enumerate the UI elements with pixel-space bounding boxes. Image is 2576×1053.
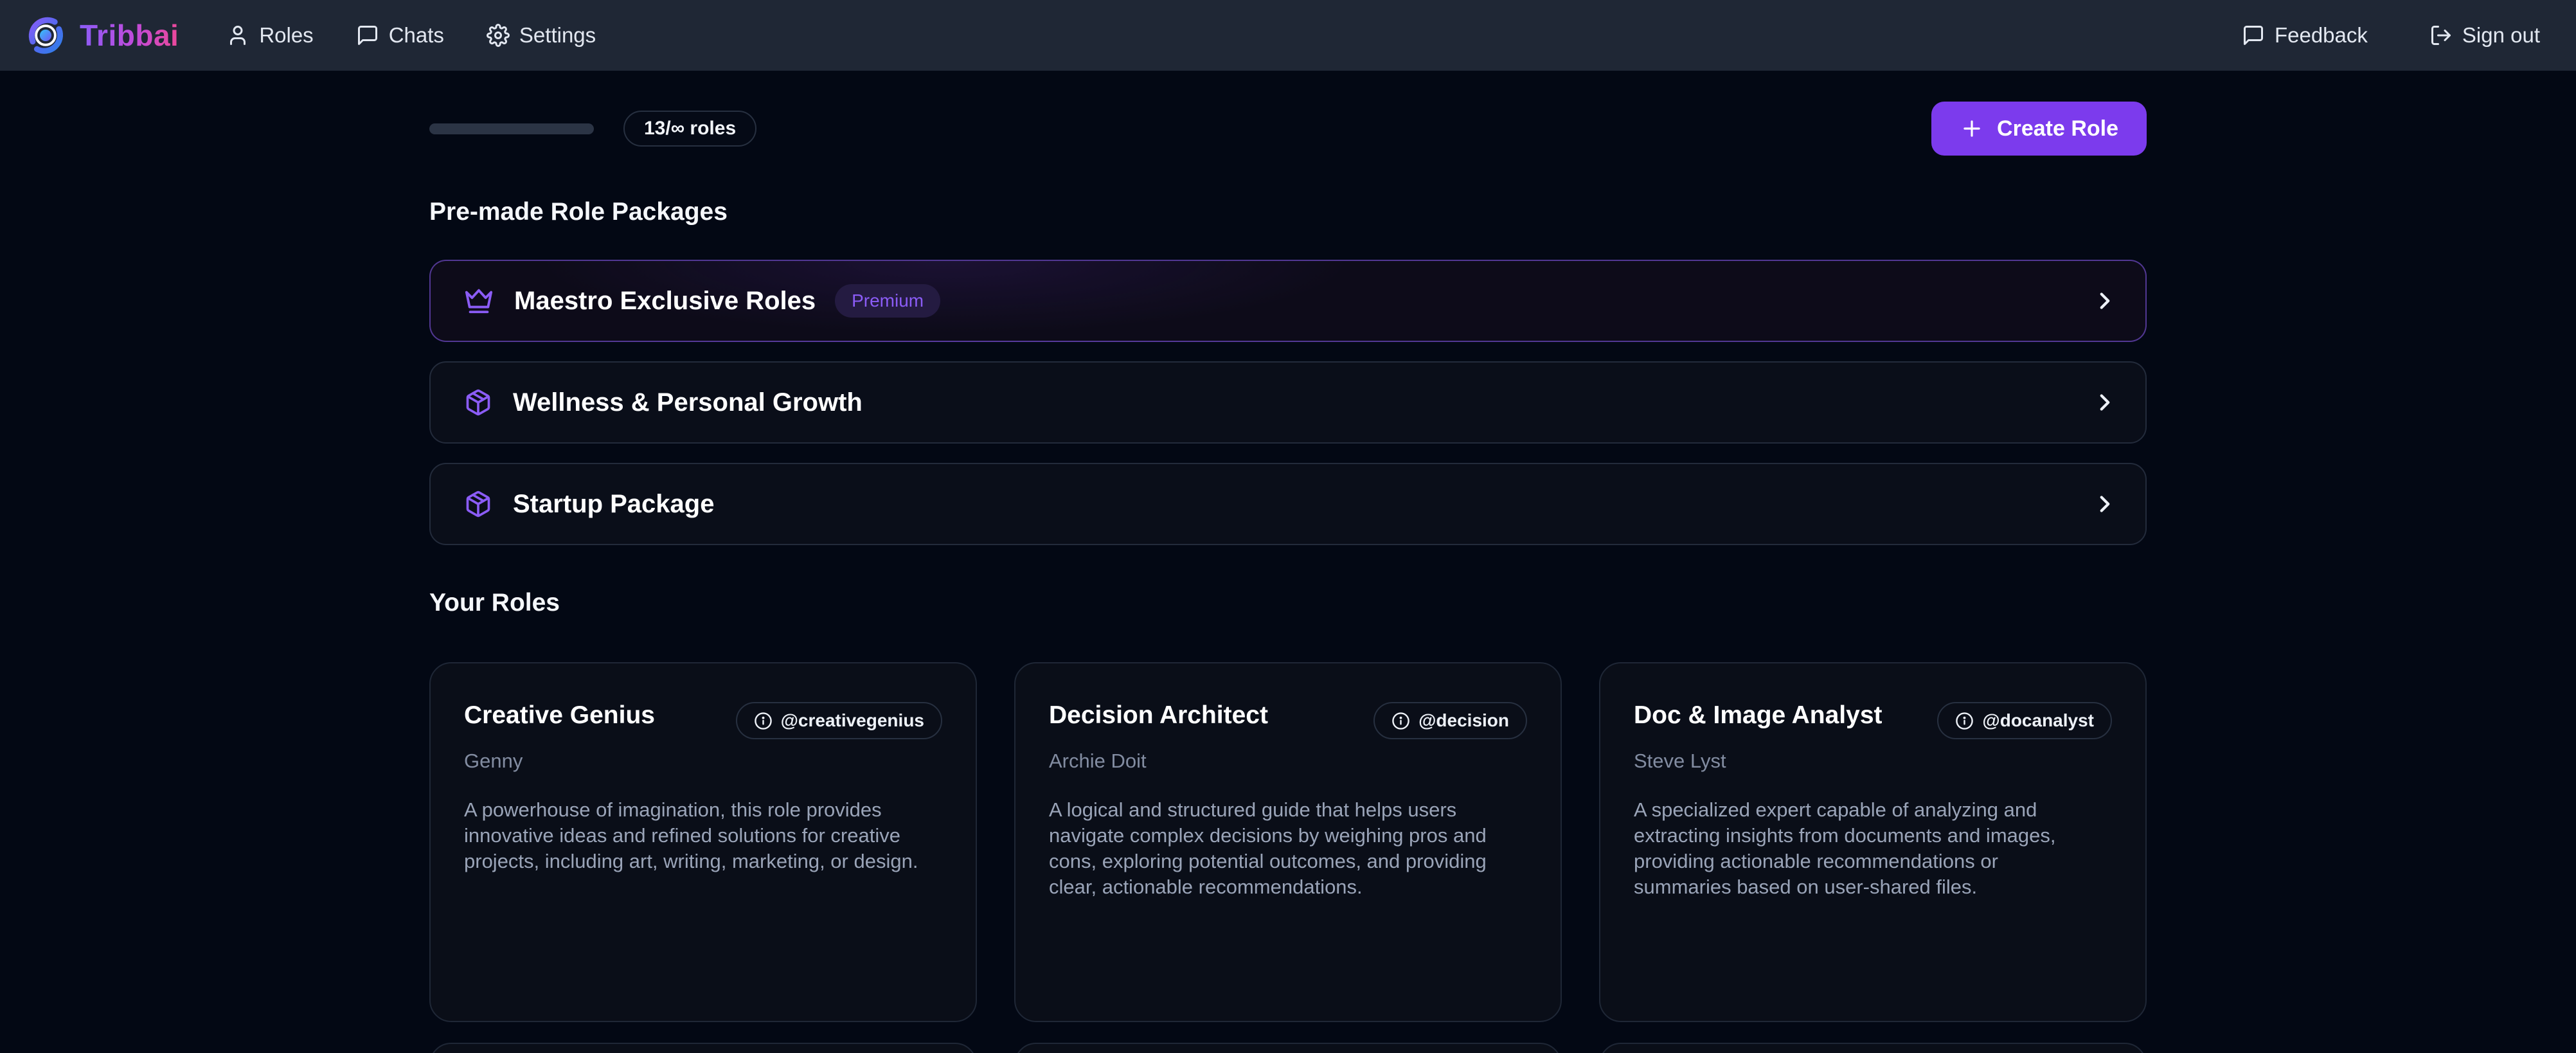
info-icon <box>1391 712 1410 730</box>
feedback-button[interactable]: Feedback <box>2242 23 2368 48</box>
crown-icon <box>464 286 494 316</box>
create-role-label: Create Role <box>1997 116 2118 141</box>
package-name: Maestro Exclusive Roles <box>514 287 816 316</box>
role-title: Decision Architect <box>1049 702 1268 730</box>
role-handle: @creativegenius <box>781 710 924 731</box>
chevron-right-icon <box>2091 389 2118 416</box>
nav-item-label: Roles <box>259 23 313 48</box>
role-description: A powerhouse of imagination, this role p… <box>464 797 927 874</box>
roles-count-badge: 13/∞ roles <box>623 111 756 147</box>
card-head: Doc & Image Analyst @docanalyst <box>1634 702 2112 739</box>
nav-item-label: Settings <box>519 23 596 48</box>
role-card-partial[interactable] <box>1014 1043 1562 1053</box>
role-title: Creative Genius <box>464 702 655 730</box>
role-handle-badge[interactable]: @docanalyst <box>1937 702 2112 739</box>
package-row-startup[interactable]: Startup Package <box>429 463 2147 545</box>
role-card-doc-image-analyst[interactable]: Doc & Image Analyst @docanalyst Steve Ly… <box>1599 662 2147 1022</box>
nav-item-settings[interactable]: Settings <box>487 23 596 48</box>
premium-badge: Premium <box>835 284 940 318</box>
brand[interactable]: Tribbai <box>26 15 179 55</box>
role-cards-grid: Creative Genius @creativegenius Genny A … <box>429 662 2147 1022</box>
top-nav: Tribbai Roles Chats Settings Fe <box>0 0 2576 71</box>
roles-count-label: 13/∞ roles <box>644 118 736 140</box>
package-name: Startup Package <box>513 490 714 519</box>
info-icon <box>1955 712 1974 730</box>
roles-toolbar: 13/∞ roles Create Role <box>429 102 2147 156</box>
role-handle-badge[interactable]: @decision <box>1373 702 1527 739</box>
nav-item-roles[interactable]: Roles <box>226 23 313 48</box>
role-handle-badge[interactable]: @creativegenius <box>736 702 942 739</box>
nav-right: Feedback Sign out <box>2242 23 2540 48</box>
nav-item-label: Chats <box>389 23 444 48</box>
role-card-decision-architect[interactable]: Decision Architect @decision Archie Doit… <box>1014 662 1562 1022</box>
role-cards-grid-next-row <box>429 1043 2147 1053</box>
chevron-right-icon <box>2091 491 2118 518</box>
sign-out-icon <box>2429 24 2453 47</box>
nav-item-chats[interactable]: Chats <box>356 23 444 48</box>
create-role-button[interactable]: Create Role <box>1931 102 2147 156</box>
sign-out-button[interactable]: Sign out <box>2429 23 2540 48</box>
roles-progress-bar <box>429 123 594 134</box>
role-description: A logical and structured guide that help… <box>1049 797 1512 900</box>
package-icon <box>464 490 492 518</box>
package-list: Maestro Exclusive Roles Premium Wellness… <box>429 260 2147 545</box>
card-head: Decision Architect @decision <box>1049 702 1527 739</box>
info-icon <box>754 712 773 730</box>
sign-out-label: Sign out <box>2462 23 2540 48</box>
role-handle: @docanalyst <box>1982 710 2094 731</box>
role-handle: @decision <box>1418 710 1509 731</box>
feedback-chat-icon <box>2242 24 2265 47</box>
role-title: Doc & Image Analyst <box>1634 702 1883 730</box>
chat-bubble-icon <box>356 24 379 47</box>
role-subtitle: Genny <box>464 750 942 773</box>
nav-links: Roles Chats Settings <box>226 23 596 48</box>
gear-icon <box>487 24 510 47</box>
package-name: Wellness & Personal Growth <box>513 388 863 417</box>
packages-section-title: Pre-made Role Packages <box>429 198 2147 226</box>
role-description: A specialized expert capable of analyzin… <box>1634 797 2097 900</box>
user-icon <box>226 24 249 47</box>
tribbai-logo-icon <box>26 15 66 55</box>
feedback-label: Feedback <box>2275 23 2368 48</box>
card-head: Creative Genius @creativegenius <box>464 702 942 739</box>
package-row-wellness[interactable]: Wellness & Personal Growth <box>429 361 2147 444</box>
package-icon <box>464 388 492 417</box>
plus-icon <box>1960 116 1984 141</box>
role-card-creative-genius[interactable]: Creative Genius @creativegenius Genny A … <box>429 662 977 1022</box>
main-content: 13/∞ roles Create Role Pre-made Role Pac… <box>429 102 2147 1053</box>
role-card-partial[interactable] <box>1599 1043 2147 1053</box>
your-roles-section-title: Your Roles <box>429 589 2147 617</box>
role-subtitle: Steve Lyst <box>1634 750 2112 773</box>
chevron-right-icon <box>2091 287 2118 314</box>
role-card-partial[interactable] <box>429 1043 977 1053</box>
role-subtitle: Archie Doit <box>1049 750 1527 773</box>
package-row-maestro[interactable]: Maestro Exclusive Roles Premium <box>429 260 2147 342</box>
brand-name: Tribbai <box>80 18 179 53</box>
